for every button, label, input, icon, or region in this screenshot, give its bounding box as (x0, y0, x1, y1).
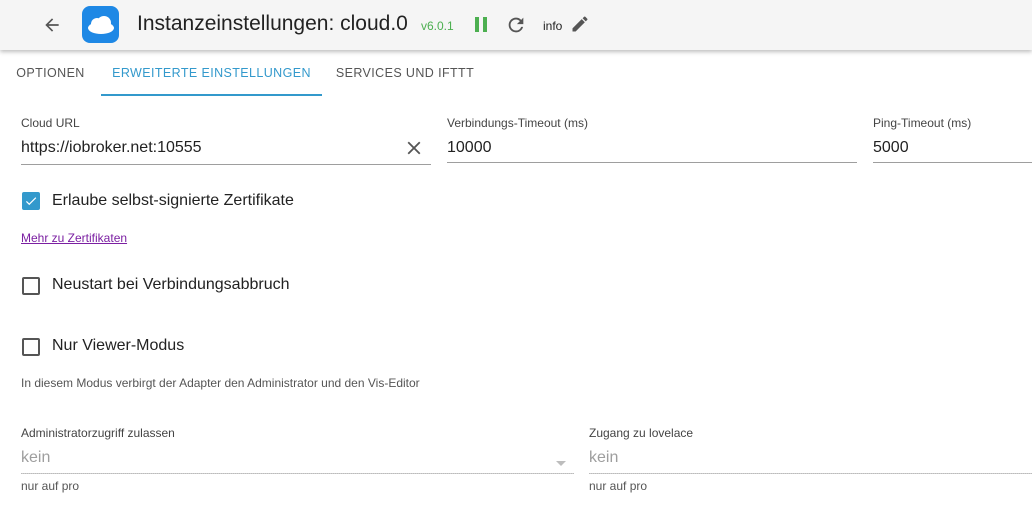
connect-timeout-label: Verbindungs-Timeout (ms) (447, 116, 588, 130)
ping-timeout-underline (873, 162, 1032, 163)
pause-icon (475, 17, 487, 32)
restart-on-disconnect-label: Neustart bei Verbindungsabbruch (52, 276, 290, 293)
clear-url-button[interactable] (403, 137, 425, 159)
self-signed-label: Erlaube selbst-signierte Zertifikate (52, 192, 294, 209)
tab-services-ifttt[interactable]: SERVICES UND IFTTT (322, 50, 488, 96)
tab-options[interactable]: OPTIONEN (0, 50, 101, 96)
cloud-url-input[interactable] (21, 137, 396, 159)
back-button[interactable] (36, 10, 68, 40)
close-icon (407, 141, 421, 155)
admin-access-dropdown-button[interactable] (555, 455, 567, 466)
lovelace-access-label: Zugang zu lovelace (589, 426, 694, 440)
page-title: Instanzeinstellungen: cloud.0 (137, 12, 408, 35)
active-tab-indicator (101, 94, 322, 96)
connect-timeout-underline (447, 162, 857, 163)
tab-bar: OPTIONEN ERWEITERTE EINSTELLUNGEN SERVIC… (0, 50, 1032, 96)
lovelace-access-select[interactable]: kein (589, 449, 618, 467)
app-header: Instanzeinstellungen: cloud.0 v6.0.1 inf… (0, 0, 1032, 50)
tab-advanced-settings[interactable]: ERWEITERTE EINSTELLUNGEN (101, 50, 322, 96)
log-level-label: info (543, 19, 563, 33)
admin-access-underline (21, 473, 574, 474)
admin-access-select[interactable]: kein (21, 449, 50, 467)
connect-timeout-input[interactable] (447, 137, 847, 159)
viewer-mode-label: Nur Viewer-Modus (52, 337, 185, 354)
arrow-back-icon (45, 18, 59, 32)
reload-button[interactable] (505, 13, 527, 37)
admin-access-label: Administratorzugriff zulassen (21, 426, 175, 440)
viewer-mode-checkbox[interactable] (22, 338, 40, 356)
reload-icon (508, 17, 524, 33)
cloud-logo-icon (82, 6, 119, 43)
cloud-url-label: Cloud URL (21, 116, 80, 130)
version-label: v6.0.1 (421, 19, 454, 33)
chevron-down-icon (556, 461, 566, 466)
check-icon (25, 197, 37, 206)
viewer-mode-hint: In diesem Modus verbirgt der Adapter den… (21, 376, 420, 390)
edit-log-level-button[interactable] (570, 14, 590, 34)
cloud-url-underline (21, 164, 431, 165)
restart-on-disconnect-checkbox[interactable] (22, 277, 40, 295)
pause-button[interactable] (472, 14, 490, 36)
self-signed-checkbox[interactable] (22, 192, 40, 210)
certificates-link[interactable]: Mehr zu Zertifikaten (21, 231, 127, 245)
lovelace-access-underline (589, 473, 1032, 474)
edit-icon (572, 16, 588, 32)
admin-access-hint: nur auf pro (21, 479, 80, 493)
lovelace-access-hint: nur auf pro (589, 479, 648, 493)
ping-timeout-label: Ping-Timeout (ms) (873, 116, 972, 130)
ping-timeout-input[interactable] (873, 137, 1023, 159)
